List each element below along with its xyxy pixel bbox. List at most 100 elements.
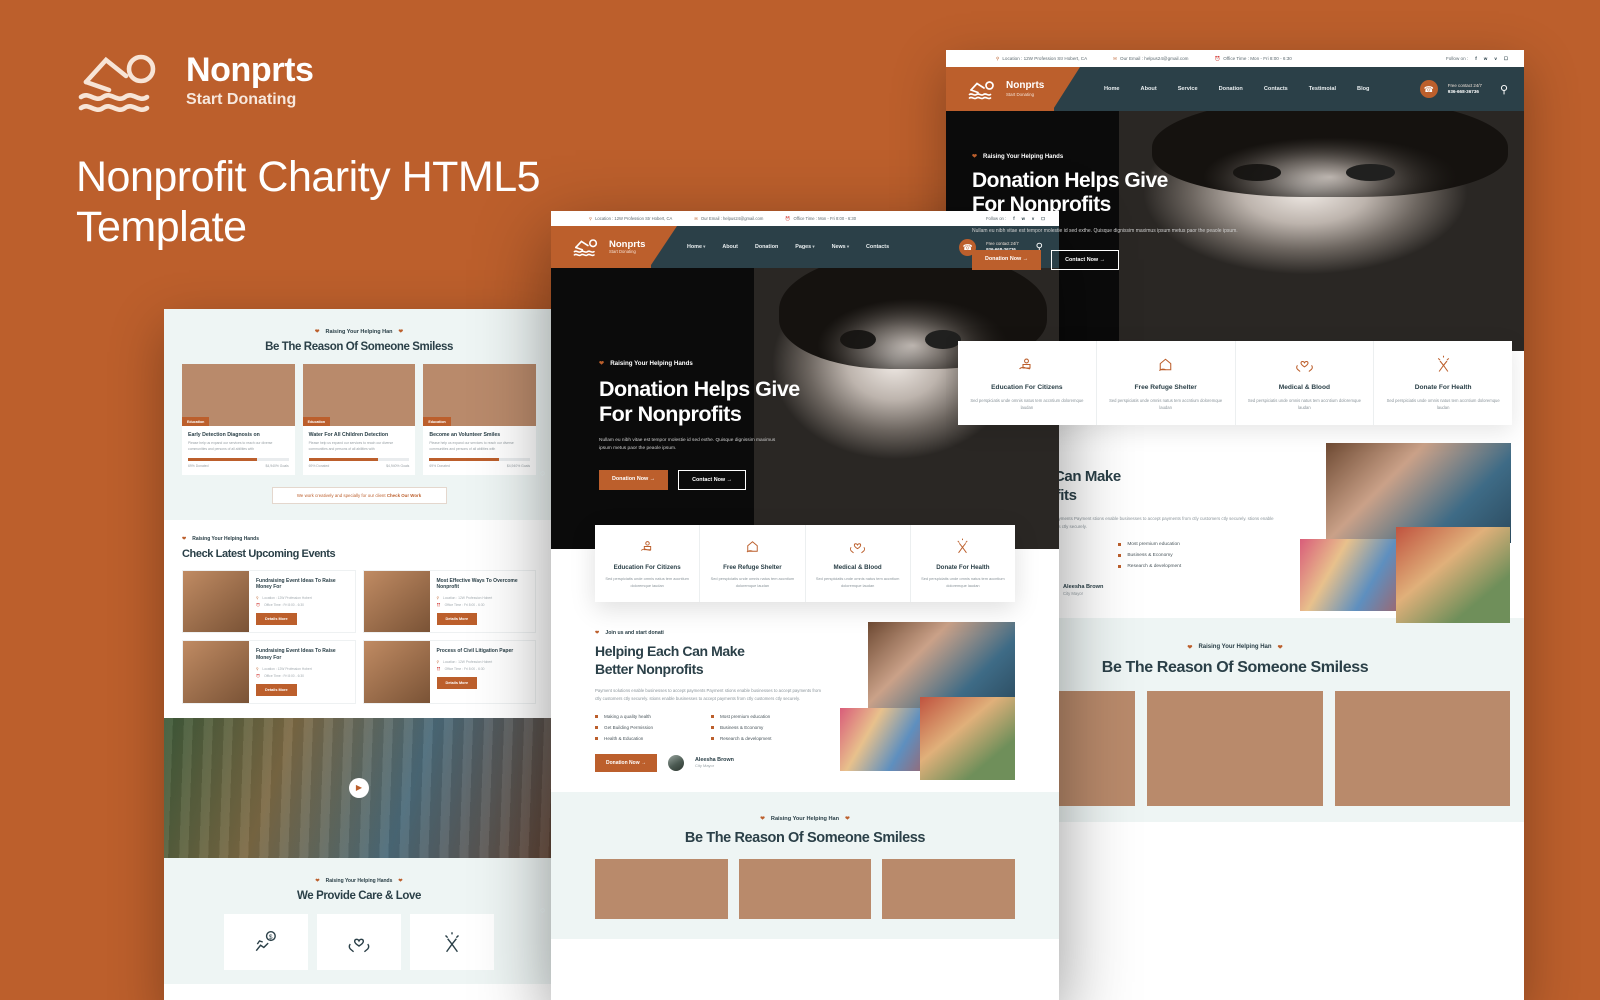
service-card[interactable]: Education For Citizens Sed perspiciatis …	[958, 341, 1097, 426]
event-card[interactable]: Fundraising Event Ideas To Raise Money F…	[182, 569, 356, 634]
care-card[interactable]	[410, 913, 494, 970]
service-card[interactable]: Donate For Health Sed perspiciatis unde …	[1374, 341, 1512, 426]
nav-link-donation[interactable]: Donation	[1219, 86, 1243, 92]
service-desc: Sed perspiciatis unde omnis natus tem ac…	[710, 576, 795, 588]
nav-link-about[interactable]: About	[722, 244, 738, 250]
nav-link-service[interactable]: Service	[1178, 86, 1198, 92]
event-image	[363, 570, 430, 633]
eyebrow-label: Raising Your Helping Han	[1198, 644, 1272, 650]
author-role: City Mayor	[695, 763, 715, 769]
author-name: Aleesha Brown	[695, 756, 734, 763]
care-card[interactable]: $	[224, 913, 308, 970]
nav-logo[interactable]: Nonprts Start Donating	[946, 67, 1054, 111]
about-donation-button[interactable]: Donation Now →	[595, 753, 657, 772]
progress-bar	[429, 458, 531, 461]
pin-icon: ⚲	[256, 666, 259, 671]
details-button[interactable]: Details More	[256, 683, 297, 696]
progress-bar	[308, 458, 410, 461]
contact-now-button[interactable]: Contact Now →	[1051, 249, 1119, 270]
nav-link-blog[interactable]: Blog	[1357, 86, 1369, 92]
about-photo-collage	[1300, 443, 1511, 624]
bullet-icon	[595, 736, 598, 740]
care-card[interactable]	[317, 913, 401, 970]
service-card[interactable]: Donate For Health Sed perspiciatis unde …	[910, 525, 1015, 603]
nav-link-pages[interactable]: Pages ▾	[795, 244, 814, 250]
topbar-email[interactable]: ✉ Our Email : helpus24@gmail.com	[694, 216, 763, 222]
feature-item: Research & development	[710, 736, 820, 741]
reason-card[interactable]	[595, 858, 728, 919]
event-time: ⏰ Office Time : Fri 8:00 - 6:30	[436, 603, 485, 608]
event-card[interactable]: Fundraising Event Ideas To Raise Money F…	[182, 640, 356, 704]
instagram-icon[interactable]: ☐	[1504, 56, 1508, 62]
pill-link[interactable]: Check Our Work	[387, 493, 421, 498]
service-card[interactable]: Free Refuge Shelter Sed perspiciatis und…	[1096, 341, 1236, 426]
facebook-icon[interactable]: f	[1475, 56, 1477, 61]
nav-link-home[interactable]: Home ▾	[687, 244, 705, 250]
card-image: Education	[182, 364, 295, 426]
search-icon[interactable]: ⚲	[1500, 83, 1508, 96]
nav-link-about[interactable]: About	[1141, 86, 1157, 92]
details-button[interactable]: Details More	[436, 613, 478, 626]
pin-icon: ⚲	[256, 596, 259, 601]
heart-icon: ❤	[599, 360, 605, 367]
about-feature-list: Making a quality health Most premium edu…	[595, 714, 826, 741]
twitter-icon[interactable]: w	[1484, 56, 1488, 61]
clock-icon: ⏰	[1214, 55, 1221, 61]
play-button-icon[interactable]: ▶	[349, 777, 369, 798]
work-callout-pill[interactable]: We work creatively and specially for our…	[271, 486, 447, 504]
service-card[interactable]: Free Refuge Shelter Sed perspiciatis und…	[700, 525, 806, 603]
nav-link-contacts[interactable]: Contacts	[866, 244, 889, 250]
topbar-office-time: ⏰ Office Time : Mon - Fri 8:00 - 6:30	[1214, 55, 1292, 62]
progress-bar	[188, 458, 289, 461]
nav-link-testimonial[interactable]: Testimoial	[1309, 86, 1336, 92]
card-title: Become an Volunteer Smiles	[429, 432, 501, 438]
details-button[interactable]: Details More	[436, 676, 478, 689]
carousel-dot[interactable]: ○	[540, 905, 545, 915]
event-title: Most Effective Ways To Overcome Nonprofi…	[436, 577, 518, 591]
nav-link-donation[interactable]: Donation	[755, 244, 778, 250]
event-card[interactable]: Most Effective Ways To Overcome Nonprofi…	[362, 569, 536, 634]
service-desc: Sed perspiciatis unde omnis natus tem ac…	[815, 576, 900, 588]
carousel-dot[interactable]: ○	[540, 468, 545, 478]
hero-title-line1: Donation Helps Give	[972, 169, 1168, 192]
nav-link-news[interactable]: News ▾	[832, 244, 849, 250]
service-desc: Sed perspiciatis unde omnis natus tem ac…	[1247, 398, 1361, 411]
section-title: Be The Reason Of Someone Smiless	[265, 341, 453, 353]
center-services: Education For Citizens Sed perspiciatis …	[595, 525, 1015, 603]
hero-title-line1: Donation Helps Give	[599, 377, 800, 401]
service-desc: Sed perspiciatis unde omnis natus tem ac…	[1109, 398, 1223, 411]
topbar-email[interactable]: ✉ Our Email : helpus24@gmail.com	[1113, 56, 1188, 62]
reason-card[interactable]	[882, 858, 1016, 919]
heart-icon: ❤	[315, 877, 320, 884]
nav-link-contacts[interactable]: Contacts	[1264, 86, 1288, 92]
donation-now-button[interactable]: Donation Now →	[599, 469, 669, 490]
bullet-icon	[595, 725, 598, 729]
reason-card-list	[595, 858, 1016, 919]
swimmer-logo-icon	[78, 54, 156, 112]
reason-card[interactable]: Education Early Detection Diagnosis on P…	[182, 364, 295, 475]
event-image	[183, 570, 249, 633]
reason-card[interactable]	[1334, 690, 1510, 806]
service-card[interactable]: Medical & Blood Sed perspiciatis unde om…	[1235, 341, 1375, 426]
vimeo-icon[interactable]: v	[1494, 56, 1497, 61]
brand-row: Nonprts Start Donating	[76, 48, 636, 114]
phone-icon[interactable]: ☎	[1419, 80, 1438, 98]
service-card[interactable]: Medical & Blood Sed perspiciatis unde om…	[805, 525, 911, 603]
event-card[interactable]: Process of Civil Litigation Paper ⚲ Loca…	[362, 640, 536, 704]
reason-card[interactable]: Education Become an Volunteer Smiles Ple…	[423, 364, 537, 475]
details-button[interactable]: Details More	[256, 613, 297, 626]
hero-eyebrow: ❤ Raising Your Helping Hands	[599, 360, 693, 367]
contact-now-button[interactable]: Contact Now →	[678, 469, 746, 490]
reason-card[interactable]	[1147, 690, 1323, 806]
clock-icon: ⏰	[256, 603, 261, 608]
donation-now-button[interactable]: Donation Now →	[972, 249, 1042, 270]
section-title: Check Latest Upcoming Events	[182, 547, 336, 560]
nav-link-home[interactable]: Home	[1104, 86, 1120, 92]
reason-card[interactable]: Education Water For All Children Detecti…	[302, 364, 416, 475]
center-about: ❤ Join us and start donati Helping Each …	[551, 602, 1059, 792]
nav-brand-name: Nonprts	[1006, 80, 1045, 92]
video-banner[interactable]: ▶	[164, 717, 554, 858]
reason-card[interactable]	[738, 858, 872, 919]
feature-item: Research & development	[1118, 564, 1269, 569]
service-card[interactable]: Education For Citizens Sed perspiciatis …	[595, 525, 701, 603]
